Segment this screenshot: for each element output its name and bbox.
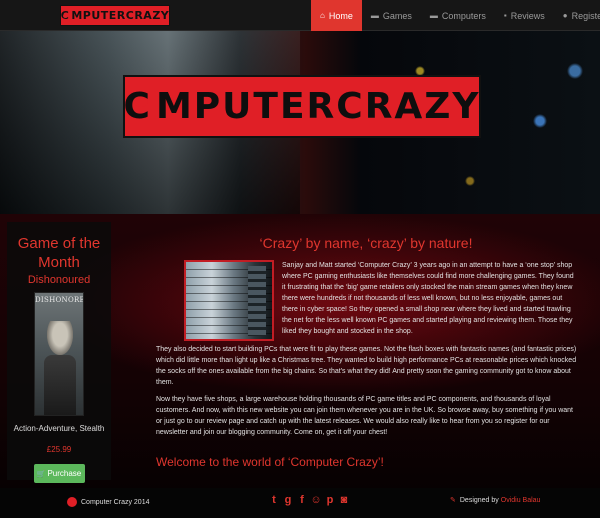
google-plus-icon[interactable]: g <box>281 493 295 507</box>
reddit-icon[interactable]: ☺ <box>309 493 323 507</box>
cover-title: DISHONORED <box>35 296 83 304</box>
purchase-button[interactable]: 🛒 Purchase <box>33 464 85 483</box>
footer-credit: ✎ Designed by Ovidiu Balau <box>450 496 540 506</box>
pinterest-icon[interactable]: p <box>323 493 337 507</box>
footer-logo-icon <box>67 497 77 507</box>
panel-title: Game of the Month <box>17 235 101 271</box>
twitter-icon[interactable]: t <box>267 493 281 507</box>
today-paragraph: Now they have five shops, a large wareho… <box>156 396 573 436</box>
cover-mask-art <box>47 321 73 355</box>
footer-copyright: Computer Crazy 2014 <box>67 497 149 507</box>
copyright-text: Computer Crazy 2014 <box>81 498 150 506</box>
welcome-heading: Welcome to the world of ‘Computer Crazy’… <box>156 455 384 469</box>
author-link[interactable]: Ovidiu Balau <box>501 497 541 504</box>
hero-image: C MPUTERCRAZY <box>0 31 600 214</box>
game-price: £25.99 <box>46 445 72 454</box>
hero-logo-rest: MPUTERCRAZY <box>155 86 481 127</box>
brand-logo-rest: MPUTERCRAZY <box>71 9 170 22</box>
navbar: CMPUTERCRAZY ⌂ Home ▬ Games ▬ Computers … <box>0 0 600 31</box>
hero-logo-c: C <box>123 86 152 127</box>
game-genre: Action-Adventure, Stealth <box>13 424 105 433</box>
gamepad-icon: ▬ <box>370 11 379 20</box>
home-icon: ⌂ <box>320 11 325 20</box>
nav-item-label: Reviews <box>510 10 545 21</box>
nav-item-label: Home <box>328 10 353 21</box>
comment-icon: ▪ <box>503 11 507 20</box>
server-rack-image <box>184 260 274 341</box>
purchase-label: Purchase <box>47 469 82 478</box>
social-links: t g f ☺ p ◙ <box>267 493 351 507</box>
user-icon: ● <box>562 11 568 20</box>
hero-banner-logo: C MPUTERCRAZY <box>123 75 481 138</box>
page-title: ‘Crazy’ by name, ‘crazy’ by nature! <box>259 235 473 251</box>
cover-figure-art <box>44 355 76 415</box>
cart-icon: 🛒 <box>36 471 46 478</box>
main-content: Game of the Month Dishonoured DISHONORED… <box>0 214 600 488</box>
nav-item-home[interactable]: ⌂ Home <box>311 0 362 31</box>
instagram-icon[interactable]: ◙ <box>337 493 351 507</box>
nav-item-label: Games <box>382 10 412 21</box>
game-name: Dishonoured <box>27 274 91 286</box>
designer-icon: ✎ <box>450 497 456 504</box>
designed-by-text: Designed by <box>459 497 499 504</box>
nav-item-label: Computers <box>441 10 486 21</box>
history-paragraph: They also decided to start building PCs … <box>156 346 577 386</box>
intro-paragraph: Sanjay and Matt started ‘Computer Crazy’… <box>282 262 574 335</box>
footer: Computer Crazy 2014 t g f ☺ p ◙ ✎ Designe… <box>0 488 600 518</box>
game-of-the-month-panel: Game of the Month Dishonoured DISHONORED… <box>7 222 111 483</box>
nav-item-reviews[interactable]: ▪ Reviews <box>495 0 554 31</box>
brand-logo[interactable]: CMPUTERCRAZY <box>60 5 170 26</box>
nav-item-register[interactable]: ● Register <box>554 0 600 31</box>
nav-item-computers[interactable]: ▬ Computers <box>421 0 495 31</box>
nav-item-games[interactable]: ▬ Games <box>362 0 421 31</box>
nav-item-label: Register <box>571 10 600 21</box>
nav-menu: ⌂ Home ▬ Games ▬ Computers ▪ Reviews ● R… <box>311 0 600 31</box>
game-cover-image[interactable]: DISHONORED <box>34 292 84 416</box>
facebook-icon[interactable]: f <box>295 493 309 507</box>
computer-icon: ▬ <box>429 11 438 20</box>
